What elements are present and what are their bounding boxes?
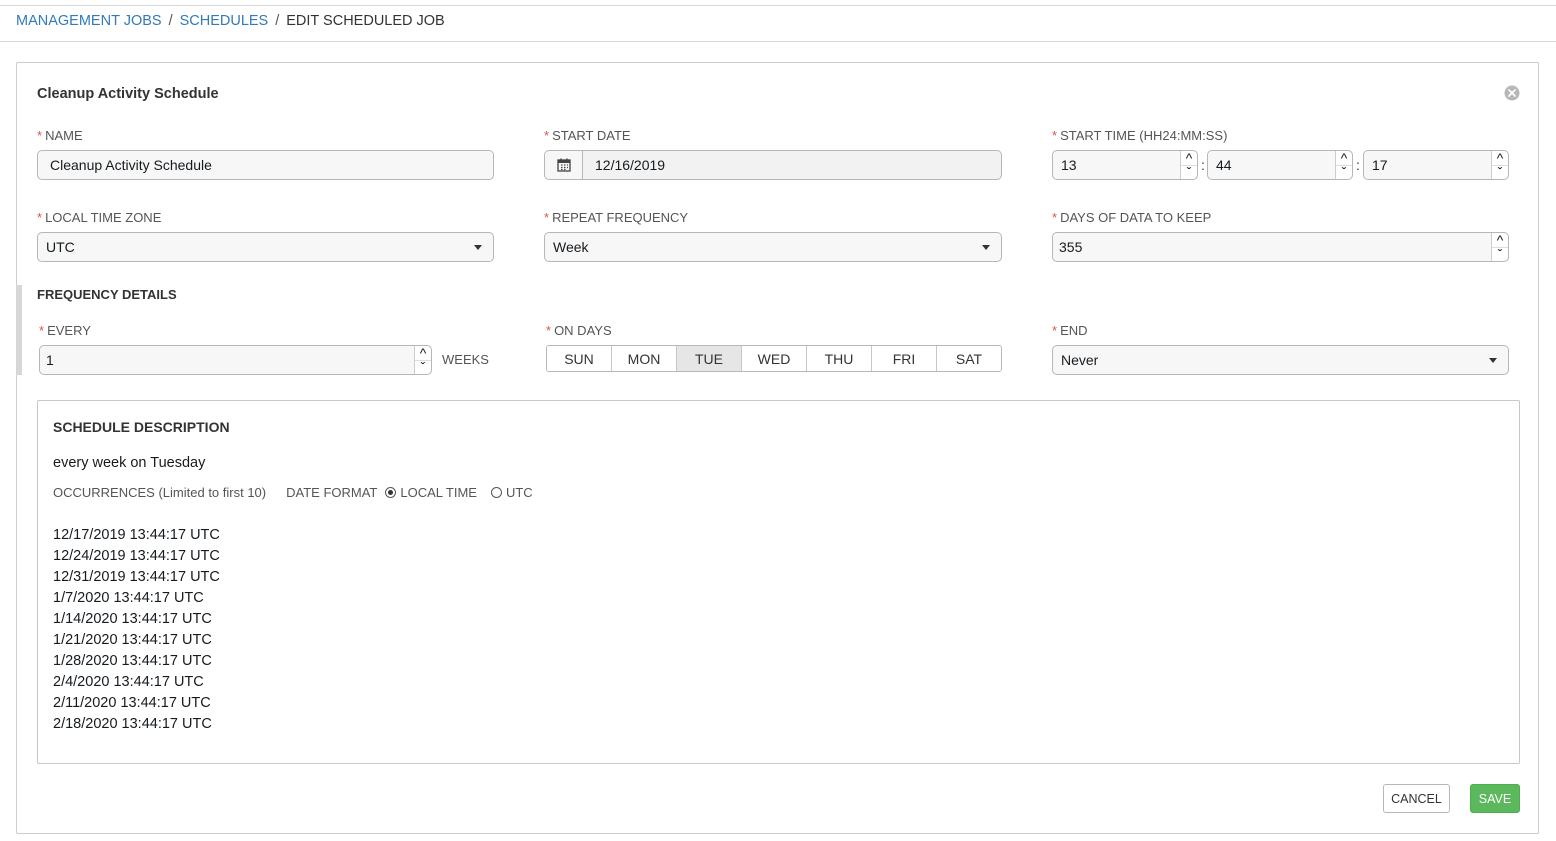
chevron-down-icon: ˇ [1186,164,1192,180]
day-sun[interactable]: SUN [547,346,612,371]
day-thu[interactable]: THU [807,346,872,371]
breadcrumb-schedules[interactable]: SCHEDULES [180,13,269,29]
occurrence-item: 2/11/2020 13:44:17 UTC [53,695,211,711]
start-second-input[interactable]: 17 ^ ˇ [1363,150,1509,180]
time-zone-label: * LOCAL TIME ZONE [37,210,162,225]
calendar-button[interactable] [544,150,582,180]
schedule-description-title: SCHEDULE DESCRIPTION [53,419,230,435]
occurrences-list: 12/17/2019 13:44:17 UTC 12/24/2019 13:44… [53,525,220,735]
occurrence-item: 2/4/2020 13:44:17 UTC [53,674,204,690]
occurrences-note: (Limited to first 10) [158,485,267,500]
name-label: * NAME [37,128,83,143]
occurrence-item: 1/28/2020 13:44:17 UTC [53,653,212,669]
save-button[interactable]: SAVE [1470,784,1520,813]
day-sat[interactable]: SAT [937,346,1001,371]
on-days-group: SUN MON TUE WED THU FRI SAT [546,345,1002,372]
days-to-keep-label: * DAYS OF DATA TO KEEP [1052,210,1212,225]
repeat-frequency-select[interactable]: Week [544,232,1002,262]
utc-radio[interactable] [490,487,502,498]
every-label: * EVERY [39,323,91,338]
breadcrumb-current: EDIT SCHEDULED JOB [286,13,445,29]
chevron-down-icon: ˇ [1497,246,1503,262]
cancel-button[interactable]: CANCEL [1383,784,1450,813]
local-time-radio[interactable] [385,487,397,498]
caret-down-icon [1489,358,1497,363]
schedule-description-panel: SCHEDULE DESCRIPTION every week on Tuesd… [37,400,1520,764]
end-select[interactable]: Never [1052,345,1509,375]
breadcrumb-management-jobs[interactable]: MANAGEMENT JOBS [16,13,162,29]
breadcrumb: MANAGEMENT JOBS / SCHEDULES / EDIT SCHED… [16,13,445,29]
every-spinner[interactable]: ^ ˇ [414,345,431,375]
days-spinner[interactable]: ^ ˇ [1491,232,1508,262]
section-accent-bar [16,285,22,375]
time-zone-select[interactable]: UTC [37,232,494,262]
occurrence-item: 12/24/2019 13:44:17 UTC [53,548,220,564]
start-hour-input[interactable]: 13 ^ ˇ [1052,150,1198,180]
start-time-label: * START TIME (HH24:MM:SS) [1052,128,1228,143]
breadcrumb-separator: / [168,13,173,29]
occurrence-item: 1/21/2020 13:44:17 UTC [53,632,212,648]
chevron-down-icon: ˇ [1497,164,1503,180]
day-wed[interactable]: WED [742,346,807,371]
frequency-details-title: FREQUENCY DETAILS [37,287,177,302]
days-to-keep-input[interactable]: 355 ^ ˇ [1052,232,1509,262]
minute-spinner[interactable]: ^ ˇ [1335,150,1352,180]
close-icon[interactable] [1504,85,1520,101]
repeat-frequency-label: * REPEAT FREQUENCY [544,210,689,225]
end-label: * END [1052,323,1088,338]
day-mon[interactable]: MON [612,346,677,371]
time-separator: : [1356,157,1360,173]
hour-spinner[interactable]: ^ ˇ [1180,150,1197,180]
name-input[interactable]: Cleanup Activity Schedule [37,150,494,180]
top-divider [0,5,1556,6]
day-tue[interactable]: TUE [677,346,742,371]
start-date-label: * START DATE [544,128,631,143]
schedule-description-text: every week on Tuesday [53,455,206,471]
caret-down-icon [474,245,482,250]
start-minute-input[interactable]: 44 ^ ˇ [1207,150,1353,180]
breadcrumb-separator: / [275,13,280,29]
chevron-down-icon: ˇ [1341,164,1347,180]
local-time-label[interactable]: LOCAL TIME [400,485,477,500]
every-input[interactable]: 1 ^ ˇ [39,345,432,375]
caret-down-icon [982,245,990,250]
occurrence-item: 12/31/2019 13:44:17 UTC [53,569,220,585]
breadcrumb-divider [0,41,1556,42]
second-spinner[interactable]: ^ ˇ [1491,150,1508,180]
every-unit-label: WEEKS [442,352,489,367]
on-days-label: * ON DAYS [546,323,612,338]
occurrence-item: 1/7/2020 13:44:17 UTC [53,590,204,606]
panel-title: Cleanup Activity Schedule [37,86,219,102]
occurrences-label: OCCURRENCES [53,485,155,500]
occurrence-item: 2/18/2020 13:44:17 UTC [53,716,212,732]
calendar-icon [556,158,571,172]
start-date-input[interactable]: 12/16/2019 [582,150,1002,180]
chevron-down-icon: ˇ [420,359,426,375]
occurrence-item: 1/14/2020 13:44:17 UTC [53,611,212,627]
utc-label[interactable]: UTC [506,485,533,500]
occurrence-item: 12/17/2019 13:44:17 UTC [53,527,220,543]
occurrences-header: OCCURRENCES (Limited to first 10) DATE F… [53,485,533,500]
date-format-label: DATE FORMAT [286,485,378,500]
day-fri[interactable]: FRI [872,346,937,371]
time-separator: : [1201,157,1205,173]
